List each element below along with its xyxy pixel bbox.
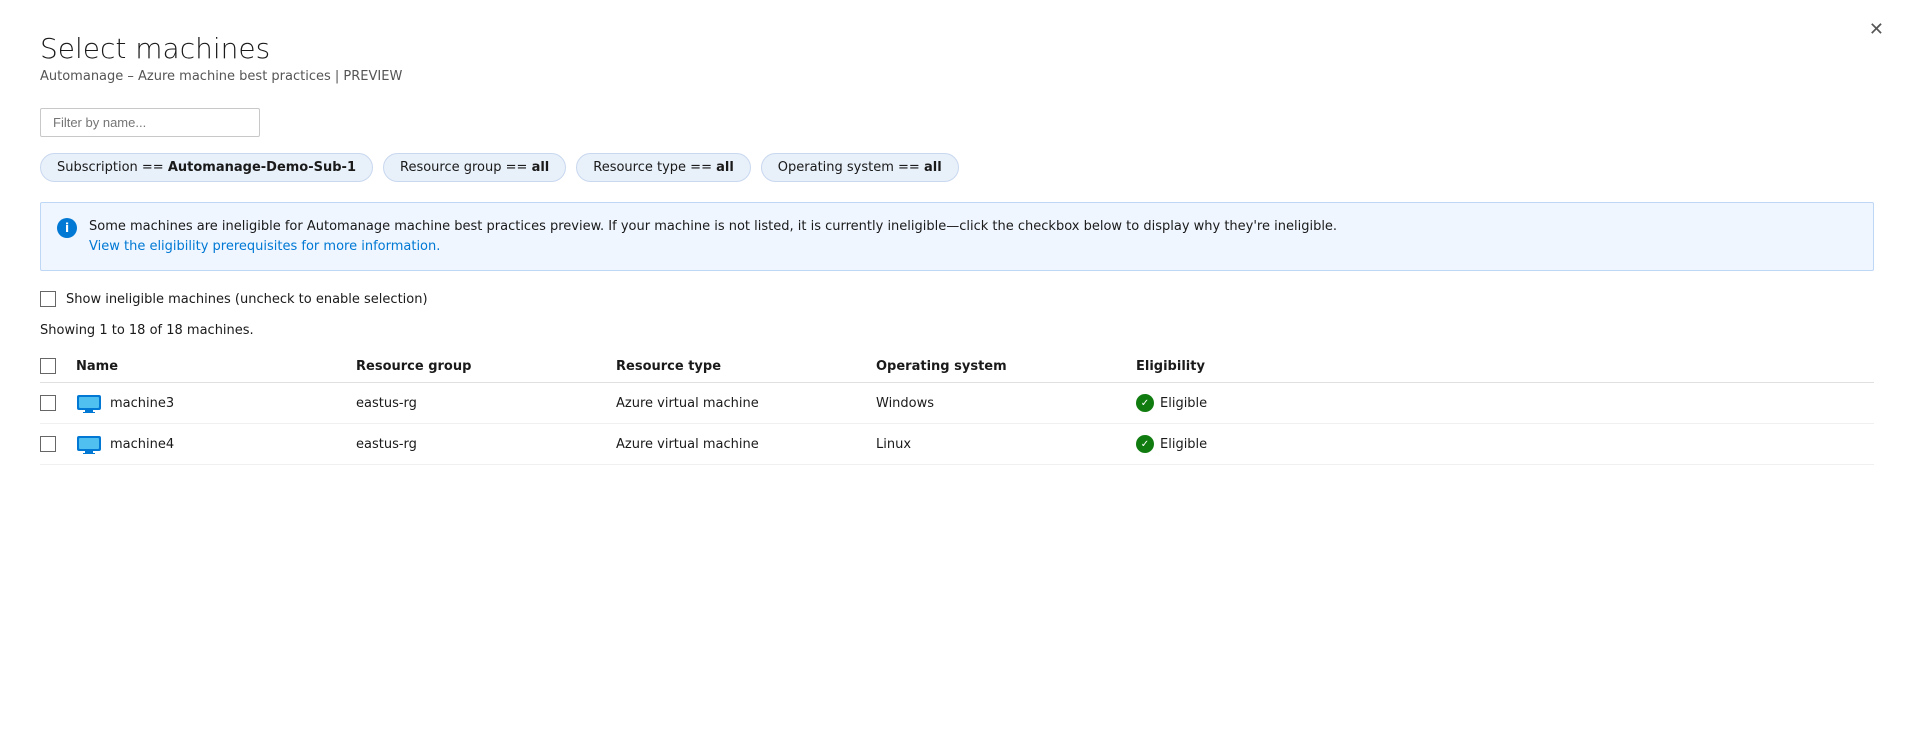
cell-eligibility-machine3: ✓ Eligible <box>1136 394 1336 412</box>
col-resource-group: Resource group <box>356 359 616 374</box>
chip-operating-system[interactable]: Operating system == all <box>761 153 959 182</box>
select-all-checkbox[interactable] <box>40 358 56 374</box>
filter-chips: Subscription == Automanage-Demo-Sub-1 Re… <box>40 153 1874 182</box>
chip-resource-group-prefix: Resource group == <box>400 160 532 175</box>
cell-os-machine4: Linux <box>876 437 1136 452</box>
page-title: Select machines <box>40 32 1874 65</box>
chip-resource-group[interactable]: Resource group == all <box>383 153 566 182</box>
cell-type-machine3: Azure virtual machine <box>616 396 876 411</box>
table-header: Name Resource group Resource type Operat… <box>40 350 1874 383</box>
chip-operating-system-value: all <box>924 160 942 175</box>
cell-os-machine3: Windows <box>876 396 1136 411</box>
vm-icon <box>76 434 102 454</box>
cell-rg-machine3: eastus-rg <box>356 396 616 411</box>
page-subtitle: Automanage – Azure machine best practice… <box>40 69 1874 84</box>
eligible-check-icon-machine3: ✓ <box>1136 394 1154 412</box>
eligibility-link[interactable]: View the eligibility prerequisites for m… <box>89 239 440 254</box>
machines-table: Name Resource group Resource type Operat… <box>40 350 1874 465</box>
chip-resource-type[interactable]: Resource type == all <box>576 153 751 182</box>
cell-type-machine4: Azure virtual machine <box>616 437 876 452</box>
col-resource-type: Resource type <box>616 359 876 374</box>
info-banner-text: Some machines are ineligible for Automan… <box>89 217 1337 256</box>
showing-count: Showing 1 to 18 of 18 machines. <box>40 323 1874 338</box>
info-icon: i <box>57 218 77 238</box>
filter-name-input[interactable] <box>40 108 260 137</box>
chip-subscription-prefix: Subscription == <box>57 160 168 175</box>
info-banner: i Some machines are ineligible for Autom… <box>40 202 1874 271</box>
table-row: machine4 eastus-rg Azure virtual machine… <box>40 424 1874 465</box>
eligibility-badge-machine4: ✓ Eligible <box>1136 435 1336 453</box>
vm-icon <box>76 393 102 413</box>
col-eligibility: Eligibility <box>1136 359 1336 374</box>
eligibility-badge-machine3: ✓ Eligible <box>1136 394 1336 412</box>
show-ineligible-checkbox[interactable] <box>40 291 56 307</box>
ineligible-label: Show ineligible machines (uncheck to ena… <box>66 292 428 307</box>
col-operating-system: Operating system <box>876 359 1136 374</box>
cell-name-machine4: machine4 <box>76 434 356 454</box>
row-checkbox-machine4[interactable] <box>40 436 56 452</box>
cell-name-machine3: machine3 <box>76 393 356 413</box>
chip-resource-group-value: all <box>532 160 550 175</box>
cell-eligibility-machine4: ✓ Eligible <box>1136 435 1336 453</box>
close-button[interactable]: ✕ <box>1869 20 1884 38</box>
chip-resource-type-prefix: Resource type == <box>593 160 716 175</box>
col-name: Name <box>76 359 356 374</box>
table-row: machine3 eastus-rg Azure virtual machine… <box>40 383 1874 424</box>
ineligible-row: Show ineligible machines (uncheck to ena… <box>40 291 1874 307</box>
eligible-check-icon-machine4: ✓ <box>1136 435 1154 453</box>
row-checkbox-machine3[interactable] <box>40 395 56 411</box>
chip-subscription-value: Automanage-Demo-Sub-1 <box>168 160 356 175</box>
cell-rg-machine4: eastus-rg <box>356 437 616 452</box>
chip-operating-system-prefix: Operating system == <box>778 160 924 175</box>
chip-resource-type-value: all <box>716 160 734 175</box>
chip-subscription[interactable]: Subscription == Automanage-Demo-Sub-1 <box>40 153 373 182</box>
